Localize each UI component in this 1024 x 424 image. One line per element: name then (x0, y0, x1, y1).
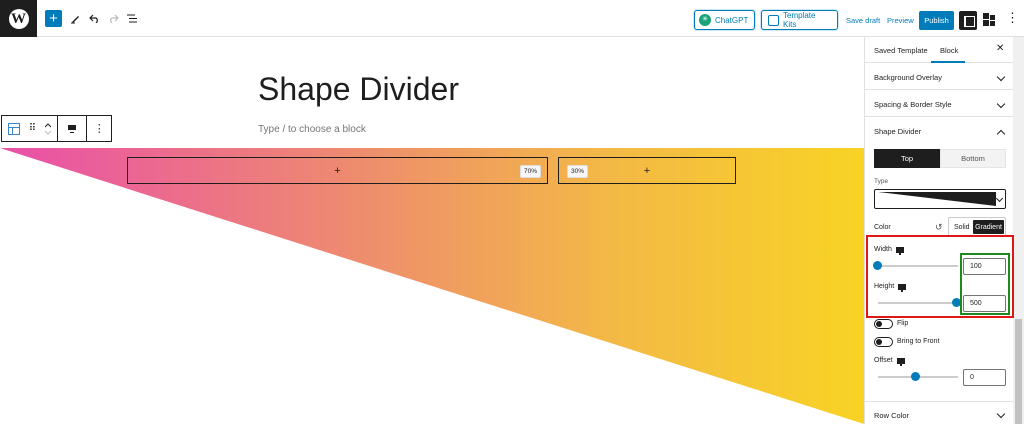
desktop-icon[interactable] (896, 357, 905, 366)
color-mode-toggle: Solid Gradient (948, 217, 1006, 237)
more-options-icon[interactable]: ⋮ (1006, 10, 1019, 26)
panel-spacing-border[interactable]: Spacing & Border Style (865, 90, 1014, 117)
block-toolbar: ⠿ ⋮ (1, 115, 112, 142)
scrollbar-thumb[interactable] (1015, 319, 1022, 424)
type-label: Type (874, 178, 889, 185)
block-type-icon[interactable] (2, 116, 26, 141)
add-block-column-2[interactable]: + (644, 165, 650, 177)
undo-icon[interactable] (89, 9, 100, 28)
position-top-button[interactable]: Top (874, 149, 940, 168)
chevron-down-icon (995, 194, 1004, 203)
color-mode-solid[interactable]: Solid (954, 224, 970, 231)
list-view-icon[interactable] (127, 9, 138, 28)
template-kits-button[interactable]: Template Kits (761, 10, 838, 30)
offset-input[interactable]: 0 (963, 369, 1006, 386)
offset-slider-handle[interactable] (911, 372, 920, 381)
block-more-options-icon[interactable]: ⋮ (87, 116, 111, 141)
position-bottom-button[interactable]: Bottom (940, 149, 1006, 168)
offset-control-label: Offset (874, 357, 905, 366)
column-width-badge: 30% (567, 165, 589, 178)
column-1[interactable]: + 70% (127, 157, 548, 184)
column-width-badge: 70% (520, 165, 542, 178)
chatgpt-icon: ✳ (699, 14, 711, 26)
pen-icon[interactable] (70, 9, 81, 28)
offset-label: Offset (874, 357, 893, 364)
bring-to-front-toggle[interactable] (874, 337, 893, 347)
shape-divider-triangle (0, 148, 864, 424)
blocks-icon[interactable] (983, 13, 996, 26)
save-draft-button[interactable]: Save draft (846, 16, 880, 25)
bring-to-front-label: Bring to Front (897, 338, 940, 345)
preview-button[interactable]: Preview (887, 16, 914, 25)
panel-shape-divider[interactable]: Shape Divider (865, 117, 1014, 144)
panel-title: Row Color (874, 411, 910, 420)
sidebar-tabs: Saved Template Block ✕ (865, 37, 1014, 63)
chatgpt-button[interactable]: ✳ ChatGPT (694, 10, 756, 30)
column-2[interactable]: + 30% (558, 157, 736, 184)
add-block-button[interactable]: + (45, 10, 62, 27)
highlight-input-values (960, 253, 1010, 315)
color-mode-gradient[interactable]: Gradient (973, 220, 1004, 234)
block-placeholder[interactable]: Type / to choose a block (258, 124, 366, 135)
color-label: Color (874, 224, 891, 231)
panel-title: Background Overlay (874, 73, 942, 82)
template-kits-icon (768, 14, 779, 26)
shape-type-select[interactable] (874, 189, 1006, 209)
settings-panel-icon[interactable] (959, 11, 977, 30)
panel-title: Shape Divider (874, 127, 922, 136)
publish-button[interactable]: Publish (919, 11, 954, 30)
chevron-down-icon (996, 72, 1006, 82)
tab-block[interactable]: Block (940, 46, 958, 55)
template-kits-label: Template Kits (783, 11, 816, 29)
page-title[interactable]: Shape Divider (258, 71, 459, 108)
align-icon[interactable] (58, 116, 86, 141)
settings-sidebar: Saved Template Block ✕ Background Overla… (864, 37, 1014, 424)
editor-canvas: Shape Divider Type / to choose a block ⠿… (0, 37, 864, 424)
tab-saved-template[interactable]: Saved Template (874, 46, 928, 55)
flip-label: Flip (897, 320, 909, 327)
add-block-column-1[interactable]: + (334, 165, 340, 177)
move-up-down-icon[interactable] (39, 116, 57, 141)
top-toolbar: W + ✳ ChatGPT Template Kits Save draft P… (0, 0, 1024, 37)
drag-handle-icon[interactable]: ⠿ (26, 116, 40, 141)
wordpress-logo-icon[interactable]: W (0, 0, 37, 37)
chatgpt-label: ChatGPT (715, 15, 749, 25)
close-icon[interactable]: ✕ (996, 43, 1004, 54)
panel-title: Spacing & Border Style (874, 100, 952, 109)
shape-type-preview (878, 192, 996, 206)
redo-icon[interactable] (108, 9, 119, 28)
chevron-down-icon (996, 409, 1006, 419)
sidebar-scrollbar[interactable] (1013, 37, 1024, 424)
flip-toggle[interactable] (874, 319, 893, 329)
panel-background-overlay[interactable]: Background Overlay (865, 63, 1014, 90)
chevron-down-icon (996, 99, 1006, 109)
chevron-up-icon (996, 129, 1006, 139)
reset-icon[interactable]: ↺ (935, 222, 943, 233)
panel-row-color[interactable]: Row Color (865, 401, 1014, 424)
